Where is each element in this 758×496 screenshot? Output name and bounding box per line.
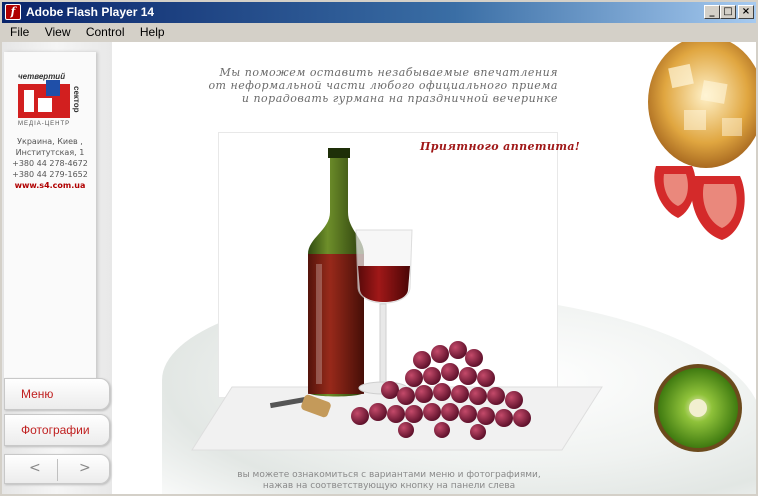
whiskey-glass [648, 42, 756, 168]
menu-view[interactable]: View [45, 23, 71, 42]
title-bar[interactable]: f Adobe Flash Player 14 _ □ × [0, 0, 758, 23]
menu-help[interactable]: Help [140, 23, 165, 42]
footer-hint: вы можете ознакомиться с вариантами меню… [232, 470, 546, 492]
menu-file[interactable]: File [10, 23, 29, 42]
close-button[interactable]: × [738, 5, 754, 19]
maximize-button[interactable]: □ [720, 5, 736, 19]
wine-glass [355, 229, 413, 395]
wine-bottle [308, 148, 364, 397]
menu-bar: File View Control Help [0, 23, 758, 42]
menu-control[interactable]: Control [86, 23, 125, 42]
decor-illustrations [191, 42, 756, 452]
footer-line-1: вы можете ознакомиться с вариантами меню… [237, 470, 541, 480]
footer-line-2: нажав на соответствующую кнопку на панел… [262, 481, 516, 491]
photo-caption: Приятного аппетита! [420, 140, 581, 153]
window-title: Adobe Flash Player 14 [26, 5, 155, 19]
flash-player-icon: f [5, 4, 21, 20]
kiwi-half [654, 364, 742, 452]
strawberries [654, 166, 745, 240]
flash-stage: четвертий сектор МЕДІА-ЦЕНТР Украина, Ки… [2, 42, 756, 494]
minimize-button[interactable]: _ [704, 5, 720, 19]
